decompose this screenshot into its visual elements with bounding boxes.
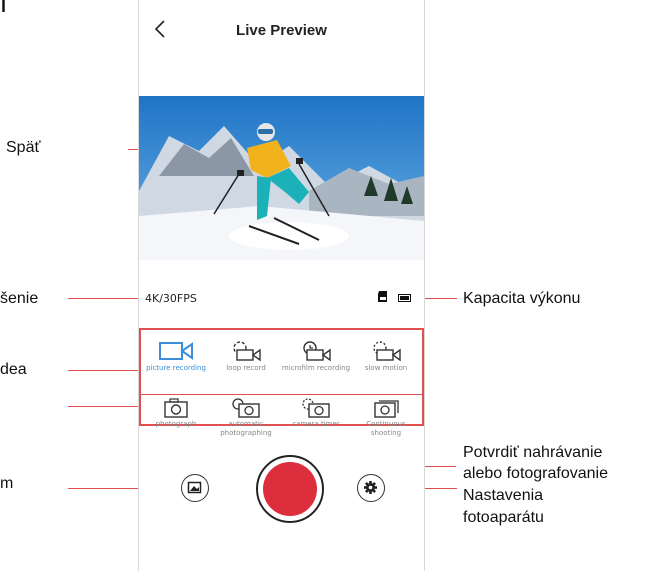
mode-label: slow motion xyxy=(364,364,408,372)
shutter-icon xyxy=(263,462,317,516)
leader-video xyxy=(68,370,138,371)
battery-icon xyxy=(398,294,411,302)
callout-settings-1: Nastavenia xyxy=(463,487,544,504)
mode-label: camera timer xyxy=(292,420,340,428)
gallery-button[interactable] xyxy=(181,474,209,502)
mode-divider xyxy=(141,394,422,395)
mode-label: Continuous shooting xyxy=(366,420,406,437)
gear-icon xyxy=(364,481,377,494)
loop-video-icon xyxy=(233,341,261,362)
slow-motion-icon xyxy=(373,341,401,362)
callout-video: dea xyxy=(0,361,27,378)
callout-back: Späť xyxy=(6,139,41,156)
mode-microfilm-recording[interactable]: microfilm recording xyxy=(281,340,351,373)
mode-loop-record[interactable]: loop record xyxy=(211,340,281,373)
gallery-icon xyxy=(187,481,202,494)
mode-label: microfilm recording xyxy=(281,364,351,372)
callout-resolution: šenie xyxy=(0,290,39,307)
callout-confirm-1: Potvrdiť nahrávanie xyxy=(463,444,603,461)
mode-camera-timer[interactable]: camera timer xyxy=(281,398,351,429)
video-camera-icon xyxy=(159,342,193,360)
page-title: Live Preview xyxy=(236,22,327,39)
callout-capacity: Kapacita výkonu xyxy=(463,290,581,307)
callout-confirm-2: alebo fotografovanie xyxy=(463,465,608,482)
shutter-button[interactable] xyxy=(256,455,324,523)
phone-screen: Live Preview 4K/30FPS picture recording … xyxy=(138,0,425,571)
leader-photo xyxy=(68,406,138,407)
mode-label: loop record xyxy=(226,364,266,372)
burst-camera-icon xyxy=(374,400,399,418)
mode-selector: picture recording loop record microfilm … xyxy=(139,328,424,437)
title-fragment: l xyxy=(1,0,7,16)
microfilm-icon xyxy=(303,341,331,362)
mode-label: photograph xyxy=(155,420,197,428)
sd-card-icon xyxy=(378,291,387,302)
timer-camera-icon xyxy=(302,398,330,418)
mode-photograph[interactable]: photograph xyxy=(141,398,211,429)
callout-settings-2: fotoaparátu xyxy=(463,509,544,526)
mode-label: picture recording xyxy=(146,364,206,372)
auto-photo-icon xyxy=(232,398,260,418)
settings-button[interactable] xyxy=(357,474,385,502)
live-preview-image xyxy=(139,96,424,260)
camera-icon xyxy=(164,398,188,418)
mode-label: automatic photographing xyxy=(220,420,272,437)
leader-resolution xyxy=(68,298,148,299)
resolution-label: 4K/30FPS xyxy=(145,292,197,305)
mode-slow-motion[interactable]: slow motion xyxy=(351,340,421,373)
callout-gallery: m xyxy=(0,475,14,492)
mode-continuous-shooting[interactable]: Continuous shooting xyxy=(351,398,421,438)
mode-picture-recording[interactable]: picture recording xyxy=(141,340,211,373)
mode-automatic-photographing[interactable]: automatic photographing xyxy=(211,398,281,438)
